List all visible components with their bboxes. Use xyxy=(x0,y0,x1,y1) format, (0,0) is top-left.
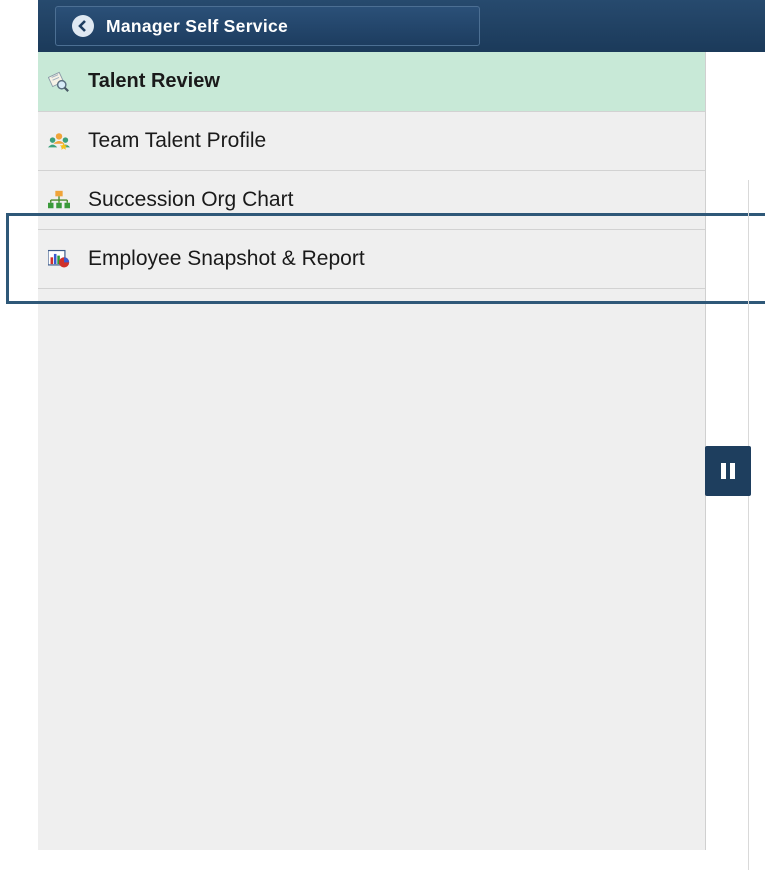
sidebar-item-label: Succession Org Chart xyxy=(88,188,294,211)
team-people-icon xyxy=(48,130,70,152)
sidebar-item-succession-org-chart[interactable]: Succession Org Chart xyxy=(38,171,705,230)
chart-report-icon xyxy=(48,248,70,270)
collapse-panel-button[interactable] xyxy=(705,446,751,496)
sidebar-item-label: Employee Snapshot & Report xyxy=(88,247,365,270)
back-button[interactable]: Manager Self Service xyxy=(55,6,480,46)
sidebar-item-label: Team Talent Profile xyxy=(88,129,267,152)
sidebar-nav: Talent Review Team Talent Profile Succes… xyxy=(38,52,706,850)
sidebar-item-talent-review[interactable]: Talent Review xyxy=(38,52,705,112)
org-chart-icon xyxy=(48,189,70,211)
magnifier-document-icon xyxy=(48,71,70,93)
chevron-left-icon xyxy=(72,15,94,37)
pane-splitter[interactable] xyxy=(748,180,749,870)
back-button-label: Manager Self Service xyxy=(106,15,289,36)
sidebar-item-label: Talent Review xyxy=(88,70,220,92)
sidebar-item-employee-snapshot-report[interactable]: Employee Snapshot & Report xyxy=(38,230,705,289)
header-bar: Manager Self Service xyxy=(38,0,765,52)
pause-bars-icon xyxy=(721,463,726,479)
sidebar-item-team-talent-profile[interactable]: Team Talent Profile xyxy=(38,112,705,171)
